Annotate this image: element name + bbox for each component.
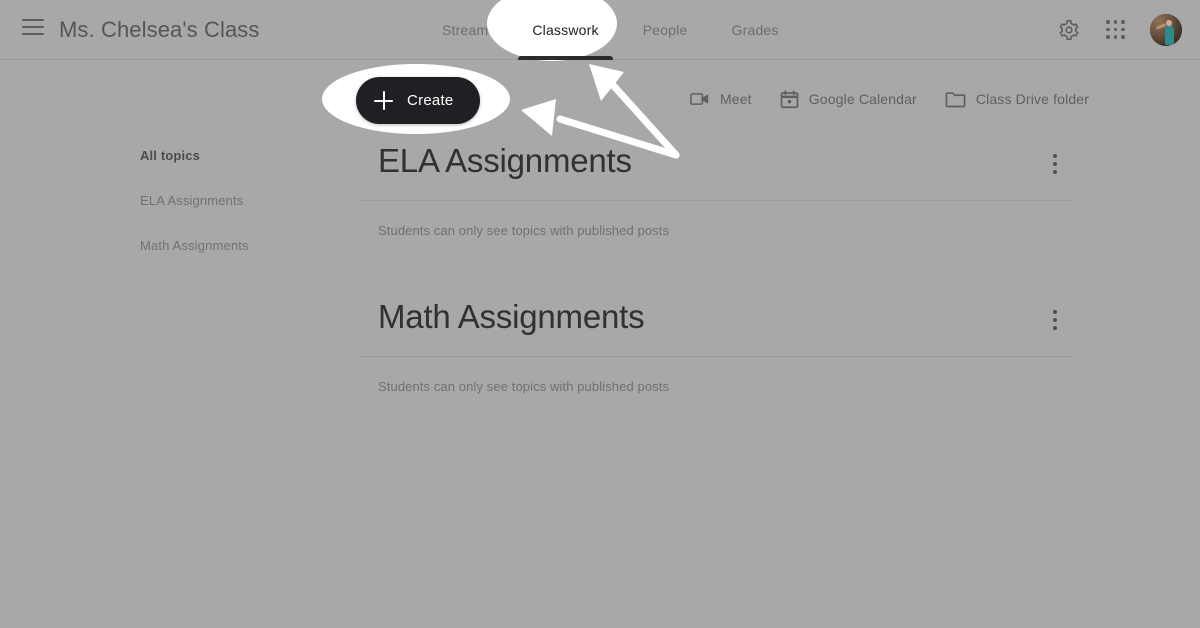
google-calendar-link-label: Google Calendar: [808, 91, 917, 107]
kebab-dot: [1053, 310, 1057, 314]
topic-section-ela: ELA Assignments Students can only see to…: [360, 140, 1072, 238]
calendar-icon: [780, 89, 799, 109]
hamburger-line: [22, 26, 44, 28]
sidebar-item-all-topics[interactable]: All topics: [140, 146, 340, 166]
class-drive-folder-link[interactable]: Class Drive folder: [945, 91, 1089, 108]
classwork-content: ELA Assignments Students can only see to…: [360, 140, 1072, 452]
kebab-dot: [1053, 318, 1057, 322]
tab-stream[interactable]: Stream: [420, 0, 510, 60]
meet-link-label: Meet: [720, 91, 752, 107]
kebab-dot: [1053, 170, 1057, 174]
hamburger-line: [22, 19, 44, 21]
video-camera-icon: [690, 91, 710, 107]
avatar[interactable]: [1150, 14, 1182, 46]
apps-dot: [1106, 27, 1110, 32]
kebab-dot: [1053, 162, 1057, 166]
topic-title: ELA Assignments: [378, 142, 632, 179]
apps-dot: [1113, 27, 1118, 32]
tab-people[interactable]: People: [621, 0, 710, 60]
topic-section-math: Math Assignments Students can only see t…: [360, 296, 1072, 394]
gear-icon[interactable]: [1056, 17, 1082, 43]
topic-header: Math Assignments: [360, 296, 1072, 357]
avatar-head: [1166, 19, 1172, 26]
create-button[interactable]: Create: [356, 77, 480, 124]
create-button-label: Create: [407, 92, 454, 109]
classroom-app: Ms. Chelsea's Class Stream Classwork Peo…: [0, 0, 1200, 628]
sidebar-item-ela-assignments[interactable]: ELA Assignments: [140, 191, 340, 211]
apps-dot: [1106, 35, 1110, 39]
sidebar-item-math-assignments[interactable]: Math Assignments: [140, 236, 340, 256]
apps-grid-icon[interactable]: [1106, 20, 1126, 40]
topic-title: Math Assignments: [378, 298, 645, 335]
tab-classwork[interactable]: Classwork: [510, 0, 620, 60]
apps-dot: [1121, 20, 1125, 24]
apps-dot: [1106, 20, 1110, 24]
apps-dot: [1121, 35, 1125, 39]
more-options-icon[interactable]: [1042, 147, 1068, 181]
kebab-dot: [1053, 326, 1057, 330]
apps-dot: [1121, 27, 1125, 32]
topic-visibility-note: Students can only see topics with publis…: [378, 223, 670, 238]
classwork-toolbar: Create Meet Google Calendar Class Drive …: [0, 61, 1200, 137]
hamburger-line: [22, 33, 44, 35]
header-actions: [1056, 0, 1182, 60]
tab-grades[interactable]: Grades: [710, 0, 801, 60]
meet-link[interactable]: Meet: [690, 91, 752, 107]
page-title: Ms. Chelsea's Class: [59, 17, 260, 42]
quick-links: Meet Google Calendar Class Drive folder: [690, 61, 1089, 137]
folder-icon: [945, 91, 966, 108]
apps-dot: [1113, 20, 1118, 24]
topic-header: ELA Assignments: [360, 140, 1072, 201]
plus-icon: [374, 91, 393, 110]
kebab-dot: [1053, 154, 1057, 158]
hamburger-menu-icon[interactable]: [22, 19, 44, 35]
class-drive-folder-link-label: Class Drive folder: [975, 91, 1090, 107]
apps-dot: [1113, 35, 1118, 39]
main-tabs: Stream Classwork People Grades: [420, 0, 801, 60]
more-options-icon[interactable]: [1042, 303, 1068, 337]
topic-visibility-note: Students can only see topics with publis…: [378, 379, 670, 394]
google-calendar-link[interactable]: Google Calendar: [780, 89, 917, 109]
app-header: Ms. Chelsea's Class Stream Classwork Peo…: [0, 0, 1200, 60]
avatar-body: [1164, 24, 1175, 45]
topics-sidebar: All topics ELA Assignments Math Assignme…: [140, 146, 340, 281]
